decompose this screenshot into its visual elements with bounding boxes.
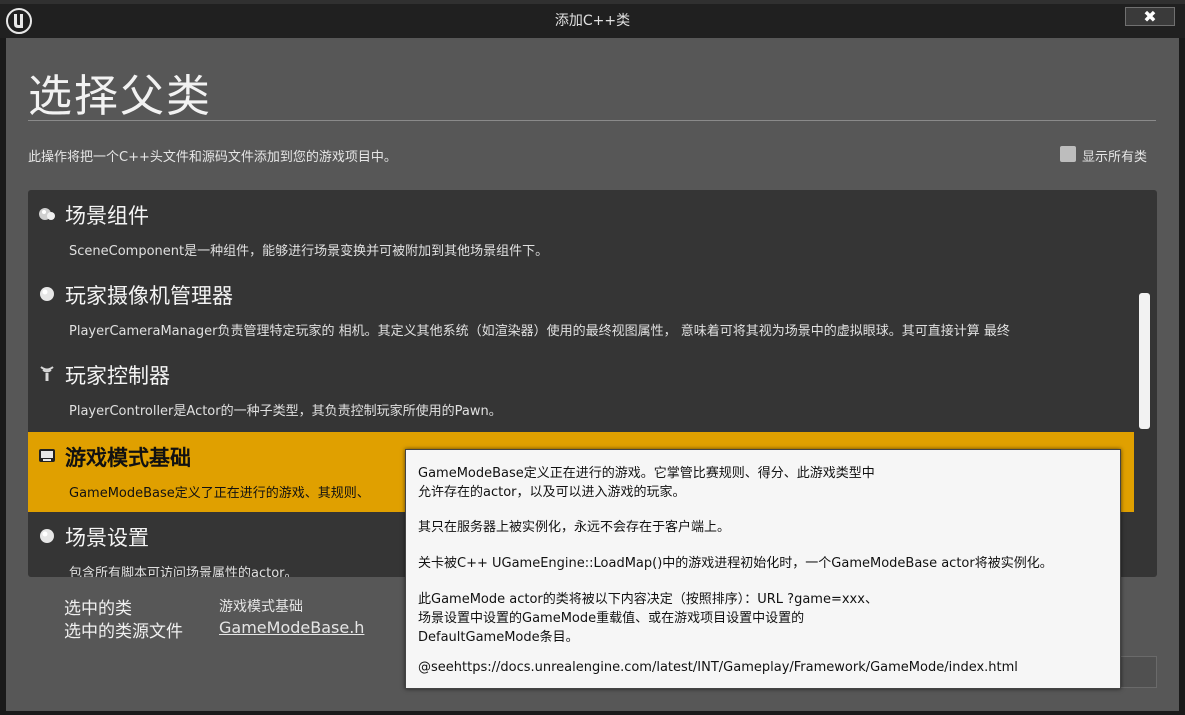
class-item-player-controller[interactable]: 玩家控制器 PlayerController是Actor的一种子类型，其负责控制…	[28, 350, 1134, 430]
title-divider	[28, 120, 1156, 121]
show-all-classes-checkbox[interactable]	[1060, 146, 1076, 162]
close-button[interactable]: ✖	[1125, 7, 1175, 26]
tooltip-line: 关卡被C++ UGameEngine::LoadMap()中的游戏进程初始化时，…	[418, 556, 1053, 571]
tooltip-line: GameModeBase定义正在进行的游戏。它掌管比赛规则、得分、此游戏类型中	[418, 466, 875, 481]
selected-class-value: 游戏模式基础	[219, 599, 303, 615]
name-input[interactable]	[1120, 656, 1157, 688]
scene-component-icon	[39, 208, 55, 220]
class-item-description: SceneComponent是一种组件，能够进行场景变换并可被附加到其他场景组件…	[69, 244, 549, 259]
class-item-description: PlayerCameraManager负责管理特定玩家的 相机。其定义其他系统（…	[69, 324, 1010, 339]
sphere-icon	[40, 287, 54, 301]
tooltip-line: 允许存在的actor，以及可以进入游戏的玩家。	[418, 485, 686, 500]
class-item-title: 玩家控制器	[65, 364, 170, 388]
show-all-classes-label[interactable]: 显示所有类	[1082, 146, 1147, 165]
window-title: 添加C++类	[554, 13, 631, 29]
class-item-title: 场景设置	[65, 526, 149, 550]
selected-class-label: 选中的类	[64, 599, 132, 619]
class-list-scrollbar-thumb[interactable]	[1139, 293, 1150, 429]
class-item-description: GameModeBase定义了正在进行的游戏、其规则、	[69, 486, 370, 501]
page-description: 此操作将把一个C++头文件和源码文件添加到您的游戏项目中。	[28, 150, 397, 165]
tooltip-line: 此GameMode actor的类将被以下内容决定（按照排序）：URL ?gam…	[418, 592, 878, 607]
selected-source-link[interactable]: GameModeBase.h	[219, 618, 364, 637]
selected-source-label: 选中的类源文件	[64, 622, 183, 642]
tooltip-link[interactable]: @seehttps://docs.unrealengine.com/latest…	[418, 660, 1018, 675]
tooltip-line: 其只在服务器上被实例化，永远不会存在于客户端上。	[418, 520, 731, 535]
sphere-icon	[40, 529, 54, 543]
player-controller-icon	[40, 366, 54, 381]
class-item-player-camera-manager[interactable]: 玩家摄像机管理器 PlayerCameraManager负责管理特定玩家的 相机…	[28, 270, 1134, 350]
title-bar: 添加C++类 ✖	[0, 0, 1185, 38]
class-item-description: PlayerController是Actor的一种子类型，其负责控制玩家所使用的…	[69, 404, 502, 419]
game-mode-icon	[39, 449, 55, 462]
class-item-scene-component[interactable]: 场景组件 SceneComponent是一种组件，能够进行场景变换并可被附加到其…	[28, 190, 1134, 270]
class-item-description: 包含所有脚本可访问场景属性的actor。	[69, 566, 298, 577]
class-item-title: 游戏模式基础	[65, 446, 191, 470]
class-item-title: 玩家摄像机管理器	[65, 284, 233, 308]
tooltip-line: DefaultGameMode条目。	[418, 630, 579, 645]
page-title: 选择父类	[28, 71, 212, 122]
tooltip-line: 场景设置中设置的GameMode重载值、或在游戏项目设置中设置的	[418, 611, 805, 626]
top-strip	[0, 0, 1185, 4]
class-item-title: 场景组件	[65, 204, 149, 228]
class-tooltip: GameModeBase定义正在进行的游戏。它掌管比赛规则、得分、此游戏类型中 …	[405, 449, 1121, 689]
